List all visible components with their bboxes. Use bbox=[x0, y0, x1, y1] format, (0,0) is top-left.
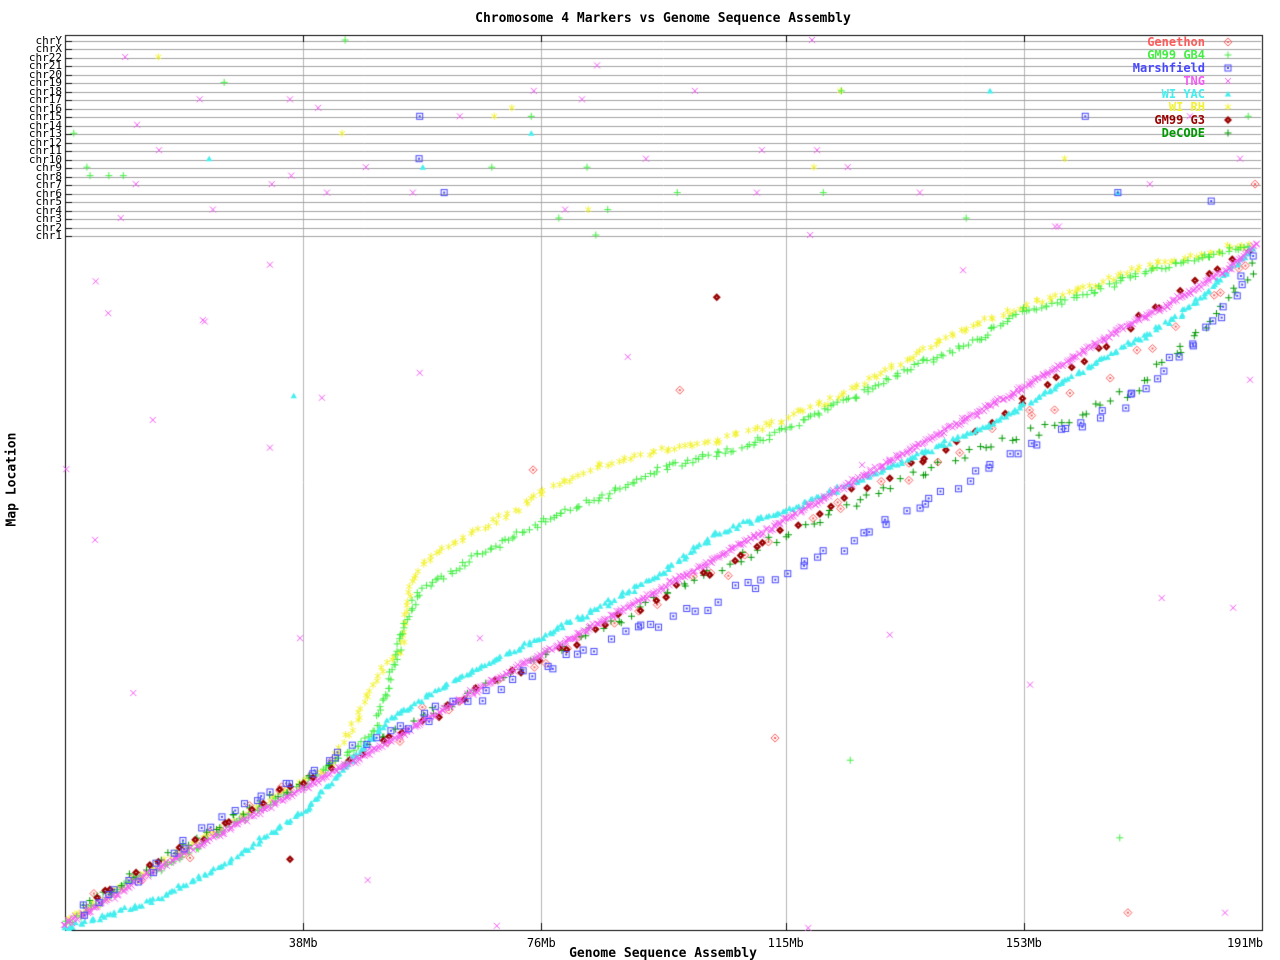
y-axis-label: Map Location bbox=[5, 422, 20, 538]
plot-canvas bbox=[0, 0, 1280, 960]
chr-row-label-chr1: chr1 bbox=[0, 231, 62, 240]
x-tick-label-115Mb: 115Mb bbox=[768, 936, 804, 950]
x-tick-label-191Mb: 191Mb bbox=[1227, 936, 1263, 950]
chromosome-marker-plot: Chromosome 4 Markers vs Genome Sequence … bbox=[0, 0, 1280, 960]
x-axis-label: Genome Sequence Assembly bbox=[0, 946, 1280, 960]
chart-title: Chromosome 4 Markers vs Genome Sequence … bbox=[0, 11, 1280, 26]
legend-label-decode: DeCODE bbox=[1040, 127, 1205, 140]
x-tick-label-153Mb: 153Mb bbox=[1006, 936, 1042, 950]
x-tick-label-38Mb: 38Mb bbox=[289, 936, 318, 950]
legend-label-marshfield: Marshfield bbox=[1040, 62, 1205, 75]
x-tick-label-76Mb: 76Mb bbox=[527, 936, 556, 950]
